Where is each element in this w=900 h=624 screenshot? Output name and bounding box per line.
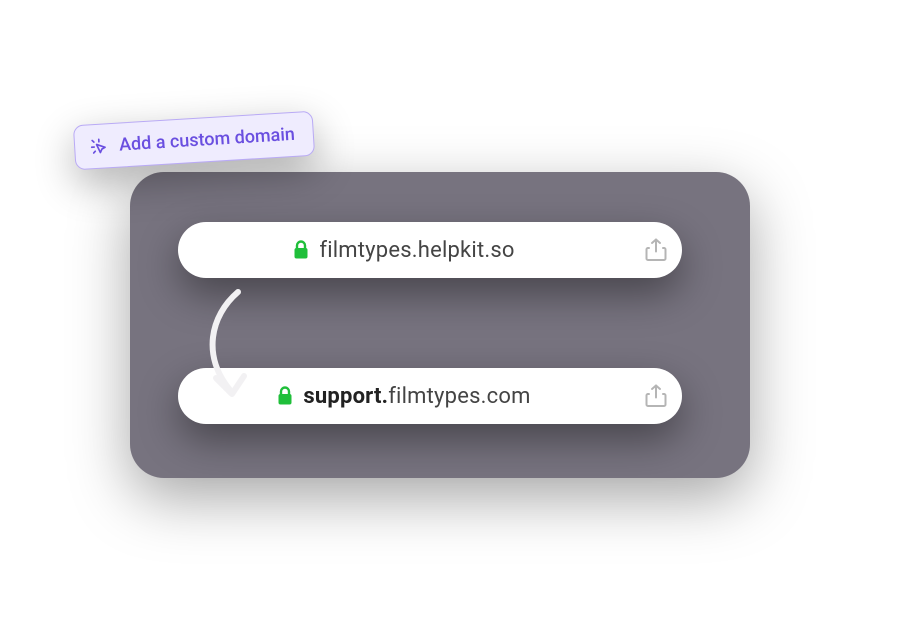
share-button[interactable] <box>630 238 682 262</box>
url-text-original: filmtypes.helpkit.so <box>178 238 630 263</box>
url-custom-subdomain: support. <box>303 384 388 409</box>
url-bar-original: filmtypes.helpkit.so <box>178 222 682 278</box>
badge-label: Add a custom domain <box>118 124 295 156</box>
share-button[interactable] <box>630 384 682 408</box>
lock-icon <box>277 386 293 406</box>
url-custom-domain: filmtypes.com <box>388 384 530 409</box>
custom-domain-badge[interactable]: Add a custom domain <box>73 111 315 171</box>
lock-icon <box>293 240 309 260</box>
share-icon <box>645 384 667 408</box>
arrow-icon <box>192 286 262 406</box>
url-original-text: filmtypes.helpkit.so <box>319 238 514 263</box>
share-icon <box>645 238 667 262</box>
cursor-click-icon <box>89 136 110 157</box>
